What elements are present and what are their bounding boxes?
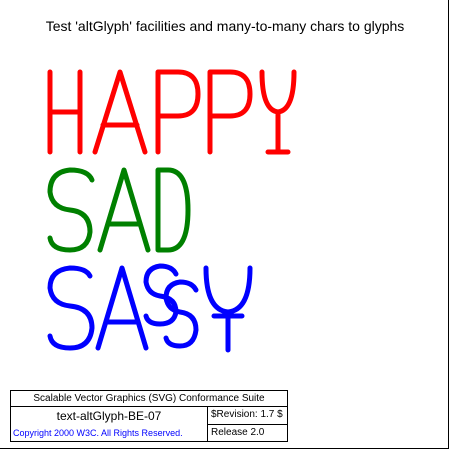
test-name: text-altGlyph-BE-07 <box>56 409 162 423</box>
glyph-a <box>92 69 148 155</box>
glyph-s <box>47 167 95 253</box>
conformance-footer: Scalable Vector Graphics (SVG) Conforman… <box>10 390 288 442</box>
glyph-h <box>47 69 83 155</box>
glyph-s <box>47 265 95 351</box>
release-label: Release 2.0 <box>211 427 265 438</box>
glyph-y <box>259 69 297 155</box>
glyph-a <box>95 265 149 351</box>
glyph-s2 <box>143 263 179 327</box>
copyright-link[interactable]: Copyright 2000 W3C. All Rights Reserved. <box>13 427 183 439</box>
revision-label: $Revision: 1.7 $ <box>211 409 283 420</box>
suite-title: Scalable Vector Graphics (SVG) Conforman… <box>33 393 265 404</box>
glyph-s3 <box>163 279 199 349</box>
glyph-y <box>203 265 253 353</box>
glyph-p2 <box>207 69 253 155</box>
word-happy <box>47 69 297 155</box>
glyph-words <box>47 69 297 353</box>
divider <box>207 424 287 425</box>
glyph-a <box>97 167 151 253</box>
glyph-d <box>155 167 191 253</box>
glyph-p <box>155 69 201 155</box>
word-sad <box>47 167 191 253</box>
word-sassy <box>47 263 253 353</box>
